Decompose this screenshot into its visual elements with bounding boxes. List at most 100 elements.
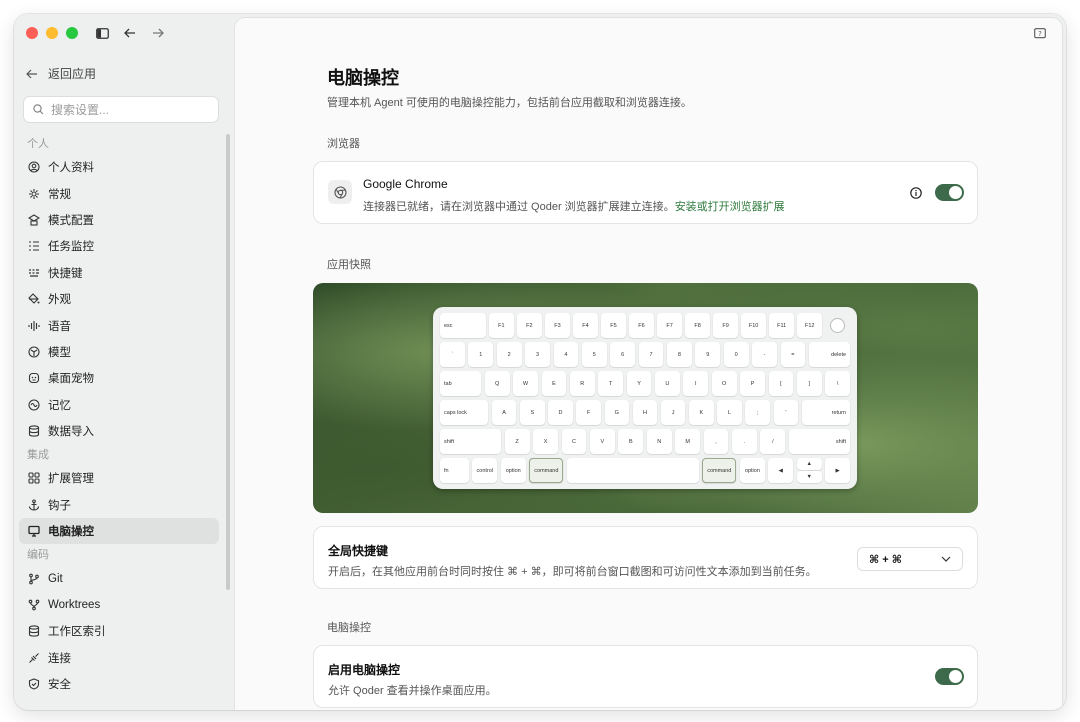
keyboard-key: 2 [496,341,522,368]
keyboard-key: / [760,428,786,455]
keyboard-key: ▶ [825,457,851,484]
sidebar-item[interactable]: Git [19,565,219,591]
page-title: 电脑操控 [327,68,399,88]
keyboard-key: ] [796,370,822,397]
search-input[interactable]: 搜索设置... [23,96,219,123]
sidebar-item-label: 个人资料 [48,162,94,175]
control-description: 允许 Qoder 查看并操作桌面应用。 [328,685,497,697]
keyboard-key: F2 [517,313,542,339]
computer-control-toggle[interactable] [935,668,964,685]
sidebar-item[interactable]: 语音 [19,312,219,338]
keyboard-key: B [618,428,644,455]
close-window-button[interactable] [26,27,38,39]
sidebar-scrollbar[interactable] [226,134,230,590]
sidebar-item[interactable]: 任务监控 [19,233,219,259]
back-label: 返回应用 [48,67,97,81]
sidebar-item[interactable]: 电脑操控 [19,518,219,545]
sidebar-nav: 个人 个人资料 常规 模式配置 任务监控 快捷键 外观 语音 模型 桌面宠物 记忆 数据导入 集成 扩展管… [19,133,219,697]
sidebar-item[interactable]: 模式配置 [19,207,219,233]
sidebar-item-label: 快捷键 [48,267,83,280]
page-description: 管理本机 Agent 可使用的电脑操控能力，包括前台应用截取和浏览器连接。 [327,97,692,109]
keyboard-key: 0 [723,341,749,368]
sidebar-item[interactable]: 模型 [19,339,219,365]
pet-icon [28,372,40,384]
shortcut-description: 开启后，在其他应用前台时同时按住 ⌘ + ⌘，即可将前台窗口截图和可访问性文本添… [328,566,817,578]
sidebar-item[interactable]: 钩子 [19,492,219,518]
keyboard-key: O [711,370,737,397]
chrome-toggle[interactable] [935,184,964,201]
keyboard-key: F7 [657,313,682,339]
chrome-icon [328,180,352,204]
back-to-app-button[interactable]: 返回应用 [26,65,96,82]
main-panel: ? 电脑操控 管理本机 Agent 可使用的电脑操控能力，包括前台应用截取和浏览… [235,18,1062,710]
shortcut-title: 全局快捷键 [328,544,389,558]
back-arrow-icon[interactable] [122,25,138,41]
keyboard-key: Q [484,370,510,397]
install-extension-link[interactable]: 安装或打开浏览器扩展 [675,201,785,213]
forward-arrow-icon[interactable] [150,25,166,41]
shortcut-select[interactable]: ⌘ + ⌘ [857,547,963,571]
keyboard-key: caps lock [440,399,489,426]
minimize-window-button[interactable] [46,27,58,39]
browser-section-label: 浏览器 [327,138,360,150]
keyboard-key: E [541,370,567,397]
modes-icon [28,214,40,226]
snapshot-section-label: 应用快照 [327,259,371,271]
sidebar-item[interactable]: 桌面宠物 [19,365,219,391]
keyboard-key: S [520,399,545,426]
sidebar-item-label: 钩子 [48,499,71,512]
keyboard-key: control [472,457,498,484]
keyboard-key: F8 [685,313,710,339]
sidebar-item[interactable]: 外观 [19,286,219,312]
sidebar-item[interactable]: 扩展管理 [19,465,219,491]
sidebar-item[interactable]: 常规 [19,180,219,206]
sidebar-item-label: 常规 [48,188,71,201]
keyboard-key: ▼ [796,470,822,483]
keyboard-key: = [780,341,806,368]
info-icon[interactable] [910,187,922,199]
computer-control-card: 启用电脑操控 允许 Qoder 查看并操作桌面应用。 [313,645,978,708]
sidebar-item-label: 模型 [48,346,71,359]
zoom-window-button[interactable] [66,27,78,39]
sidebar-item-label: 数据导入 [48,426,94,439]
keyboard-key: W [513,370,538,397]
sidebar-item[interactable]: 快捷键 [19,260,219,286]
keyboard-key: 3 [525,341,550,368]
keyboard-key: ; [745,399,770,426]
keyboard-key: 7 [638,341,664,368]
keyboard-key: F4 [573,313,598,339]
sidebar-item-label: Git [48,572,63,585]
sidebar-item[interactable]: 个人资料 [19,154,219,180]
traffic-lights [26,27,78,39]
sidebar-item-label: 连接 [48,652,71,665]
sidebar-item-label: 安全 [48,679,71,692]
keyboard-key: command [529,457,564,484]
sidebar-item[interactable]: 连接 [19,645,219,671]
power-key [826,313,850,338]
keyboard-key: ▲ [796,457,822,470]
sidebar-toggle-icon[interactable] [94,25,110,41]
user-circle-icon [28,161,40,173]
sidebar-item-label: 语音 [48,320,71,333]
keyboard-key: F11 [769,313,794,339]
keyboard-key: F6 [629,313,654,339]
svg-text:?: ? [1038,30,1042,38]
sidebar-item[interactable]: 数据导入 [19,418,219,444]
extensions-icon [28,472,40,485]
database-icon [28,425,40,437]
keyboard-key: ◀ [768,457,794,484]
keyboard-key: ` [440,341,465,368]
sidebar-item[interactable]: 记忆 [19,392,219,418]
keyboard-row: esc F1 F2 F3 F4 F5 F6 F7 F8 F9 F10 F11 F12 [440,313,850,339]
sidebar-item[interactable]: 工作区索引 [19,618,219,644]
sidebar-item[interactable]: Worktrees [19,592,219,618]
sidebar-item-label: 模式配置 [48,214,94,227]
memory-icon [28,399,40,411]
shortcut-card: 全局快捷键 开启后，在其他应用前台时同时按住 ⌘ + ⌘，即可将前台窗口截图和可… [313,526,978,589]
keyboard-key: [ [768,370,794,397]
task-list-icon [28,240,40,252]
sidebar-item[interactable]: 安全 [19,671,219,697]
shortcut-value: ⌘ + ⌘ [869,553,902,566]
app-window: 返回应用 搜索设置... 个人 个人资料 常规 模式配置 任务监控 快捷键 外观 语音 模型 桌面… [14,14,1066,710]
feedback-icon[interactable]: ? [1034,28,1046,40]
